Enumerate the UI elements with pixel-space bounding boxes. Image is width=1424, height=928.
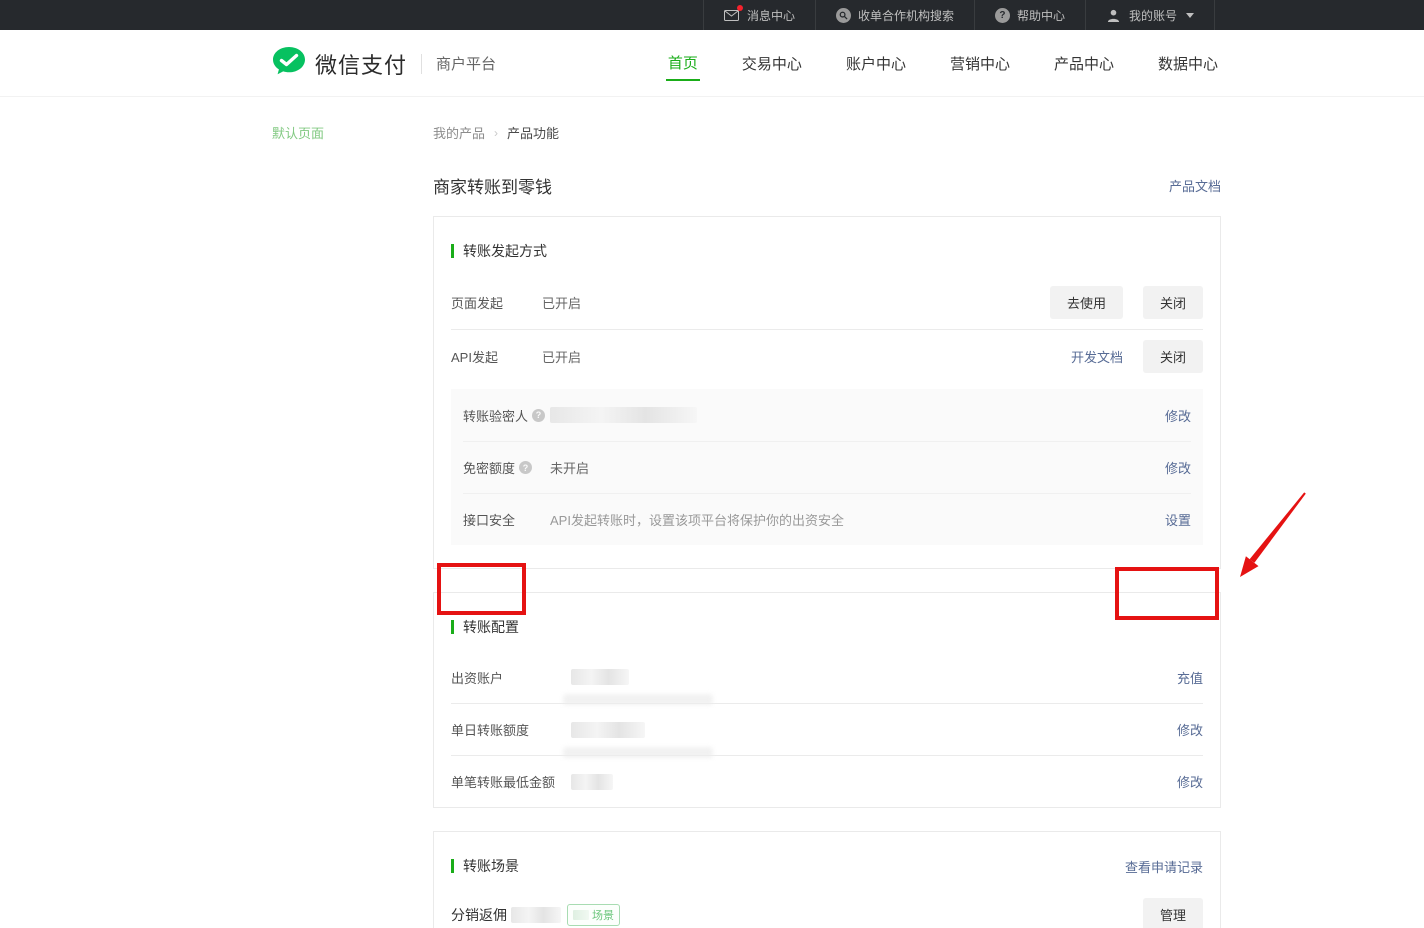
- content: 我的产品 › 产品功能 商家转账到零钱 产品文档 转账发起方式 页面发起 已开启…: [433, 97, 1221, 928]
- manage-button[interactable]: 管理: [1143, 898, 1203, 928]
- row-label: API发起: [451, 347, 542, 366]
- row-description: API发起转账时，设置该项平台将保护你的出资安全: [550, 510, 844, 529]
- card-transfer-config: 转账配置 出资账户 充值 单日转账额度 修改 单笔转账最低金额: [433, 592, 1221, 808]
- wechat-pay-logo-icon: [272, 46, 306, 81]
- account-icon: [1106, 7, 1122, 23]
- redacted-value: [571, 774, 613, 790]
- redacted-value: [511, 907, 561, 923]
- brand-separator: [421, 54, 422, 74]
- topbar: 消息中心 收单合作机构搜索 ? 帮助中心 我的账号: [0, 0, 1424, 30]
- card-title: 转账场景: [463, 856, 519, 876]
- scene-label: 分销返佣: [451, 905, 507, 925]
- page-title: 商家转账到零钱: [433, 173, 552, 198]
- recharge-link[interactable]: 充值: [1177, 668, 1203, 687]
- card-transfer-method: 转账发起方式 页面发起 已开启 去使用 关闭 API发起 已开启 开发文档 关闭: [433, 216, 1221, 569]
- row-min-single-amount: 单笔转账最低金额 修改: [451, 755, 1203, 807]
- sidebar-item-default-page[interactable]: 默认页面: [272, 123, 324, 142]
- card-transfer-scene: 转账场景 查看申请记录 分销返佣 场景 管理 向销售、团长、主播等分销方发放佣金…: [433, 831, 1221, 928]
- topbar-message-center[interactable]: 消息中心: [703, 0, 815, 30]
- nav-marketing-center[interactable]: 营销中心: [948, 47, 1012, 80]
- go-use-button[interactable]: 去使用: [1050, 286, 1123, 319]
- breadcrumb-separator-icon: ›: [494, 126, 498, 140]
- card-title-row: 转账配置: [451, 617, 1203, 637]
- header: 微信支付 商户平台 首页 交易中心 账户中心 营销中心 产品中心 数据中心: [0, 30, 1424, 97]
- scene-tag-label: 场景: [592, 907, 614, 923]
- row-label: 接口安全: [463, 510, 515, 529]
- message-icon: [724, 7, 740, 23]
- modify-link[interactable]: 修改: [1177, 720, 1203, 739]
- brand-platform: 商户平台: [436, 53, 496, 74]
- topbar-item-label: 我的账号: [1129, 7, 1177, 24]
- modify-link[interactable]: 修改: [1165, 406, 1191, 425]
- row-label: 单笔转账最低金额: [451, 772, 571, 791]
- card-title: 转账发起方式: [463, 241, 547, 261]
- card-title-bar: [451, 620, 454, 634]
- annotation-arrow-icon: [1230, 487, 1320, 587]
- row-status: 未开启: [550, 458, 589, 477]
- nav-product-center[interactable]: 产品中心: [1052, 47, 1116, 80]
- unread-badge: [737, 5, 743, 11]
- scene-tag: 场景: [567, 904, 620, 926]
- nav-data-center[interactable]: 数据中心: [1156, 47, 1220, 80]
- row-page-initiate: 页面发起 已开启 去使用 关闭: [451, 275, 1203, 329]
- search-icon: [836, 8, 851, 23]
- brand-name: 微信支付: [315, 48, 407, 80]
- row-label: 页面发起: [451, 293, 542, 312]
- redacted-value: [571, 722, 645, 738]
- redacted-value: [573, 910, 589, 920]
- card-title-row: 转账场景: [451, 856, 519, 876]
- card-title-row: 转账发起方式: [451, 241, 1203, 261]
- row-api-security: 接口安全 API发起转账时，设置该项平台将保护你的出资安全 设置: [463, 493, 1191, 545]
- redacted-value: [550, 407, 697, 423]
- dev-doc-link[interactable]: 开发文档: [1071, 347, 1123, 366]
- main-nav: 首页 交易中心 账户中心 营销中心 产品中心 数据中心: [666, 30, 1220, 97]
- topbar-acquirer-search[interactable]: 收单合作机构搜索: [815, 0, 974, 30]
- row-label: 免密额度: [463, 458, 515, 477]
- close-button[interactable]: 关闭: [1143, 286, 1203, 319]
- help-icon[interactable]: ?: [532, 409, 545, 422]
- breadcrumb-current: 产品功能: [507, 123, 559, 142]
- chevron-down-icon: [1186, 13, 1194, 18]
- topbar-item-label: 帮助中心: [1017, 7, 1065, 24]
- topbar-item-label: 消息中心: [747, 7, 795, 24]
- topbar-my-account[interactable]: 我的账号: [1085, 0, 1215, 30]
- breadcrumb: 我的产品 › 产品功能: [433, 123, 1221, 142]
- help-icon[interactable]: ?: [519, 461, 532, 474]
- card-title: 转账配置: [463, 617, 519, 637]
- row-distribution-commission: 分销返佣 场景 管理: [451, 898, 1203, 928]
- row-api-initiate: API发起 已开启 开发文档 关闭: [451, 329, 1203, 383]
- row-no-password-quota: 免密额度 ? 未开启 修改: [463, 441, 1191, 493]
- row-funding-account: 出资账户 充值: [451, 651, 1203, 703]
- nav-account-center[interactable]: 账户中心: [844, 47, 908, 80]
- row-verify-person: 转账验密人 ? 修改: [463, 389, 1191, 441]
- row-status: 已开启: [542, 347, 581, 366]
- breadcrumb-parent[interactable]: 我的产品: [433, 123, 485, 142]
- card-title-bar: [451, 244, 454, 258]
- row-label: 出资账户: [451, 668, 571, 687]
- redacted-value: [571, 669, 629, 685]
- main: 默认页面 我的产品 › 产品功能 商家转账到零钱 产品文档 转账发起方式 页面发…: [0, 97, 1424, 928]
- help-icon: ?: [995, 8, 1010, 23]
- api-settings-panel: 转账验密人 ? 修改 免密额度 ? 未开启 修改: [451, 389, 1203, 545]
- brand: 微信支付 商户平台: [272, 30, 496, 97]
- product-doc-link[interactable]: 产品文档: [1169, 176, 1221, 195]
- modify-link[interactable]: 修改: [1177, 772, 1203, 791]
- topbar-help-center[interactable]: ? 帮助中心: [974, 0, 1085, 30]
- view-application-records-link[interactable]: 查看申请记录: [1125, 857, 1203, 876]
- close-button[interactable]: 关闭: [1143, 340, 1203, 373]
- topbar-item-label: 收单合作机构搜索: [858, 7, 954, 24]
- row-label: 单日转账额度: [451, 720, 571, 739]
- modify-link[interactable]: 修改: [1165, 458, 1191, 477]
- row-label: 转账验密人: [463, 406, 528, 425]
- nav-trade-center[interactable]: 交易中心: [740, 47, 804, 80]
- page-title-row: 商家转账到零钱 产品文档: [433, 173, 1221, 198]
- row-daily-limit: 单日转账额度 修改: [451, 703, 1203, 755]
- nav-home[interactable]: 首页: [666, 46, 700, 81]
- row-status: 已开启: [542, 293, 581, 312]
- card-title-bar: [451, 859, 454, 873]
- setup-link[interactable]: 设置: [1165, 510, 1191, 529]
